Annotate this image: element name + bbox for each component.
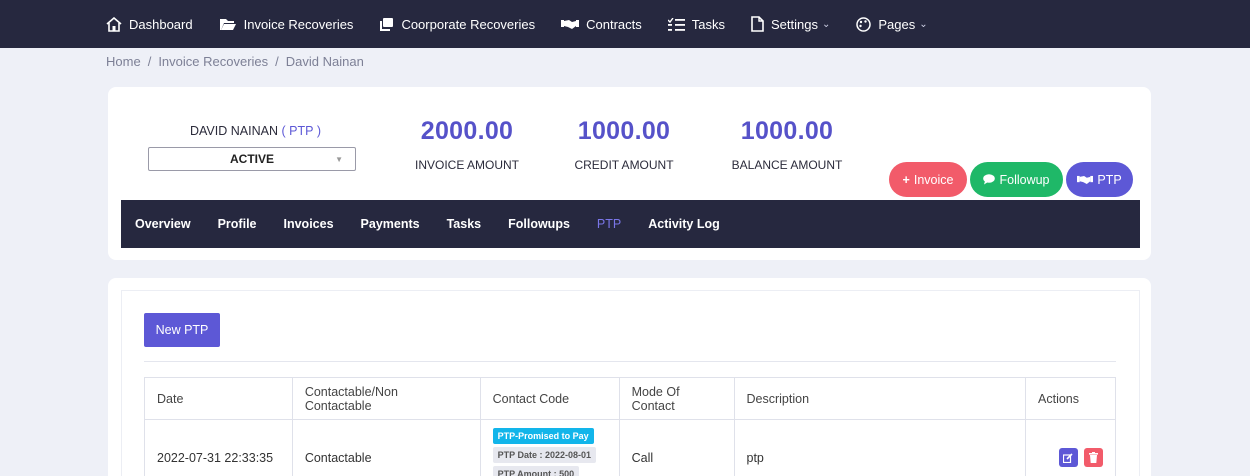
ptp-button[interactable]: PTP: [1066, 162, 1133, 197]
invoice-amount-value: 2000.00: [420, 117, 514, 145]
balance-amount-value: 1000.00: [740, 117, 834, 145]
add-invoice-button[interactable]: + Invoice: [889, 162, 967, 197]
edit-icon: [1063, 453, 1073, 463]
table-header-row: Date Contactable/Non Contactable Contact…: [144, 377, 1116, 420]
home-icon: [106, 16, 122, 32]
comment-icon: [983, 174, 996, 185]
ptp-table: Date Contactable/Non Contactable Contact…: [144, 377, 1116, 476]
cell-actions: [1025, 419, 1116, 476]
tab-activity-log[interactable]: Activity Log: [648, 217, 720, 231]
contact-code-badge: PTP-Promised to Pay: [492, 428, 594, 444]
tab-payments[interactable]: Payments: [361, 217, 420, 231]
invoice-amount: 2000.00 INVOICE AMOUNT: [404, 117, 530, 172]
tab-profile[interactable]: Profile: [218, 217, 257, 231]
status-select[interactable]: ACTIVE ▼: [148, 147, 356, 171]
credit-amount-label: CREDIT AMOUNT: [574, 158, 674, 172]
tab-followups[interactable]: Followups: [508, 217, 570, 231]
tab-overview[interactable]: Overview: [135, 217, 191, 231]
col-mode-of-contact: Mode Of Contact: [618, 377, 735, 420]
breadcrumb-current: David Nainan: [285, 54, 364, 69]
client-tabs: Overview Profile Invoices Payments Tasks…: [121, 200, 1140, 248]
trash-icon: [1089, 451, 1098, 463]
client-status-tag: PTP: [289, 124, 314, 138]
tab-tasks[interactable]: Tasks: [447, 217, 482, 231]
top-navbar: Dashboard Invoice Recoveries Coorporate …: [0, 0, 1250, 48]
nav-settings-label: Settings: [771, 16, 818, 32]
nav-invoice-recoveries-label: Invoice Recoveries: [243, 16, 354, 32]
followup-label: Followup: [999, 172, 1050, 187]
chevron-down-icon: ⌄: [821, 18, 831, 30]
ptp-label: PTP: [1097, 172, 1122, 187]
col-actions: Actions: [1025, 377, 1116, 420]
nav-coorporate-recoveries-label: Coorporate Recoveries: [401, 16, 536, 32]
edit-button[interactable]: [1058, 448, 1078, 468]
breadcrumb-invoice-recoveries[interactable]: Invoice Recoveries: [158, 54, 268, 69]
status-select-value: ACTIVE: [229, 152, 274, 166]
add-invoice-label: Invoice: [913, 172, 954, 187]
client-name-text: DAVID NAINAN: [190, 124, 278, 138]
list-icon: [667, 17, 685, 31]
followup-button[interactable]: Followup: [970, 162, 1063, 197]
cell-date: 2022-07-31 22:33:35: [144, 419, 293, 476]
tab-invoices[interactable]: Invoices: [284, 217, 334, 231]
cell-contact-code: PTP-Promised to Pay PTP Date : 2022-08-0…: [479, 419, 620, 476]
credit-amount-value: 1000.00: [577, 117, 671, 145]
breadcrumb: Home / Invoice Recoveries / David Nainan: [106, 54, 364, 69]
ptp-date-badge: PTP Date : 2022-08-01: [492, 447, 597, 463]
col-description: Description: [733, 377, 1027, 420]
nav-settings[interactable]: Settings ⌄: [751, 16, 830, 32]
nav-pages[interactable]: Pages ⌄: [856, 16, 928, 32]
handshake-icon: [1077, 175, 1094, 184]
plus-icon: +: [902, 172, 910, 187]
delete-button[interactable]: [1084, 447, 1103, 467]
ptp-amount-badge: PTP Amount : 500: [492, 466, 580, 476]
chevron-down-icon: ⌄: [919, 18, 928, 30]
nav-pages-label: Pages: [878, 16, 916, 32]
chevron-down-icon: ▼: [335, 155, 343, 164]
table-row: 2022-07-31 22:33:35 Contactable PTP-Prom…: [144, 419, 1116, 476]
divider: [144, 361, 1116, 362]
col-date: Date: [144, 377, 293, 420]
cell-description: ptp: [733, 419, 1027, 476]
new-ptp-button[interactable]: New PTP: [144, 313, 220, 347]
balance-amount-label: BALANCE AMOUNT: [731, 158, 843, 172]
copy-icon: [380, 17, 394, 31]
nav-contracts-label: Contracts: [586, 16, 642, 32]
palette-icon: [856, 16, 872, 32]
nav-tasks-label: Tasks: [691, 16, 725, 32]
nav-invoice-recoveries[interactable]: Invoice Recoveries: [219, 16, 354, 32]
nav-dashboard[interactable]: Dashboard: [106, 16, 193, 32]
col-contactable: Contactable/Non Contactable: [291, 377, 481, 420]
balance-amount: 1000.00 BALANCE AMOUNT: [723, 117, 851, 172]
nav-contracts[interactable]: Contracts: [561, 17, 642, 32]
cell-mode: Call: [618, 419, 735, 476]
cell-contactable: Contactable: [291, 419, 481, 476]
credit-amount: 1000.00 CREDIT AMOUNT: [560, 117, 688, 172]
nav-tasks[interactable]: Tasks: [667, 16, 725, 32]
folder-icon: [219, 19, 236, 30]
tab-ptp[interactable]: PTP: [597, 217, 621, 231]
nav-coorporate-recoveries[interactable]: Coorporate Recoveries: [379, 17, 535, 32]
file-icon: [751, 16, 764, 32]
client-name: DAVID NAINAN ( PTP ): [190, 124, 322, 138]
nav-dashboard-label: Dashboard: [129, 16, 193, 32]
col-contact-code: Contact Code: [479, 377, 620, 420]
breadcrumb-home[interactable]: Home: [106, 54, 141, 69]
invoice-amount-label: INVOICE AMOUNT: [414, 158, 519, 172]
handshake-icon: [561, 20, 580, 29]
